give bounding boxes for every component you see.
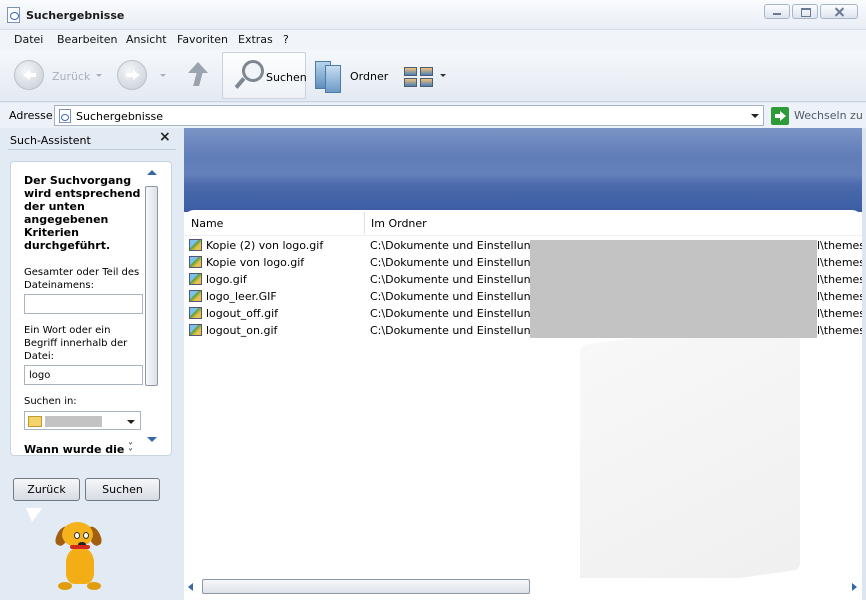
when-modified-label: Wann wurde die Datei geändert? bbox=[24, 443, 125, 456]
results-banner bbox=[184, 128, 862, 212]
go-label: Wechseln zu bbox=[794, 109, 863, 122]
search-results-icon bbox=[7, 7, 20, 23]
column-header-folder[interactable]: Im Ordner bbox=[371, 217, 427, 235]
maximize-button[interactable] bbox=[792, 4, 818, 19]
file-path-end: l\themes\ bbox=[817, 324, 862, 337]
search-icon bbox=[236, 60, 264, 90]
menu-ansicht[interactable]: Ansicht bbox=[126, 33, 167, 46]
when-modified-section[interactable]: Wann wurde die Datei geändert? ˅˅ bbox=[24, 443, 146, 456]
search-results-icon bbox=[59, 109, 71, 123]
results-list[interactable]: Name Im Ordner Kopie (2) von logo.gif C:… bbox=[184, 210, 862, 580]
views-dropdown-icon[interactable] bbox=[440, 74, 446, 77]
back-dropdown-icon[interactable] bbox=[96, 74, 102, 77]
address-input[interactable]: Suchergebnisse bbox=[54, 105, 764, 126]
menu-help[interactable]: ? bbox=[283, 33, 289, 46]
up-folder-icon[interactable] bbox=[188, 62, 208, 88]
file-path: C:\Dokumente und Einstellungen\ bbox=[370, 324, 556, 337]
assistant-heading: Der Suchvorgang wird entsprechend der un… bbox=[24, 174, 141, 252]
minimize-button[interactable] bbox=[764, 4, 790, 19]
redacted-path-block bbox=[530, 240, 817, 338]
gif-image-icon bbox=[189, 273, 202, 285]
file-path-end: l\themes\ bbox=[817, 290, 862, 303]
gif-image-icon bbox=[189, 307, 202, 319]
filename-input[interactable] bbox=[24, 294, 143, 314]
window-title: Suchergebnisse bbox=[26, 9, 125, 22]
close-window-button[interactable] bbox=[820, 4, 858, 19]
results-pane: Name Im Ordner Kopie (2) von logo.gif C:… bbox=[184, 128, 866, 600]
chevron-down-icon[interactable] bbox=[127, 420, 135, 424]
gif-image-icon bbox=[189, 256, 202, 268]
address-dropdown-icon[interactable] bbox=[751, 114, 759, 118]
word-label: Ein Wort oder ein Begriff innerhalb der … bbox=[24, 325, 128, 362]
expand-chevron-icon[interactable]: ˅ ˅ bbox=[128, 443, 133, 456]
scroll-up-icon[interactable] bbox=[147, 170, 157, 175]
menu-bar: Datei Bearbeiten Ansicht Favoriten Extra… bbox=[0, 30, 866, 50]
horizontal-scrollbar[interactable] bbox=[184, 578, 862, 596]
file-path-end: l\themes\ bbox=[817, 307, 862, 320]
folder-watermark-icon bbox=[580, 314, 800, 580]
file-name: logo_leer.GIF bbox=[206, 290, 277, 303]
back-label: Zurück bbox=[52, 70, 91, 83]
forward-arrow-icon bbox=[126, 70, 140, 80]
search-in-select[interactable] bbox=[24, 411, 141, 430]
file-name: logout_off.gif bbox=[206, 307, 278, 320]
scroll-left-icon[interactable] bbox=[188, 583, 193, 591]
folders-label[interactable]: Ordner bbox=[350, 70, 388, 83]
forward-button[interactable] bbox=[117, 60, 147, 90]
redacted-value bbox=[45, 416, 102, 427]
folders-icon[interactable] bbox=[315, 59, 343, 93]
file-name: logout_on.gif bbox=[206, 324, 278, 337]
file-path-end: l\themes\ bbox=[817, 273, 862, 286]
address-label: Adresse bbox=[9, 109, 53, 122]
file-path: C:\Dokumente und Einstellungen\ bbox=[370, 273, 556, 286]
forward-dropdown-icon[interactable] bbox=[160, 74, 166, 77]
close-pane-icon[interactable]: × bbox=[159, 129, 171, 145]
file-path-end: l\themes\ bbox=[817, 256, 862, 269]
back-arrow-icon bbox=[23, 70, 36, 80]
go-button[interactable]: Wechseln zu bbox=[771, 106, 863, 126]
file-path: C:\Dokumente und Einstellungen\ bbox=[370, 290, 556, 303]
file-path: C:\Dokumente und Einstellungen\ bbox=[370, 239, 556, 252]
address-value: Suchergebnisse bbox=[76, 110, 164, 123]
bubble-tail bbox=[26, 508, 42, 522]
file-name: logo.gif bbox=[206, 273, 247, 286]
title-bar: Suchergebnisse bbox=[0, 0, 866, 30]
file-name: Kopie (2) von logo.gif bbox=[206, 239, 324, 252]
scroll-thumb[interactable] bbox=[145, 186, 158, 386]
assistant-form: Der Suchvorgang wird entsprechend der un… bbox=[24, 174, 146, 456]
assistant-back-button[interactable]: Zurück bbox=[13, 478, 80, 501]
file-path: C:\Dokumente und Einstellungen\ bbox=[370, 307, 556, 320]
views-icon[interactable] bbox=[404, 67, 434, 87]
word-input[interactable] bbox=[24, 365, 143, 385]
green-arrow-icon bbox=[771, 107, 789, 125]
filename-label: Gesamter oder Teil des Dateinamens: bbox=[24, 267, 140, 291]
dog-assistant-icon[interactable] bbox=[53, 520, 106, 592]
assistant-bubble: Der Suchvorgang wird entsprechend der un… bbox=[10, 161, 172, 456]
scroll-down-icon[interactable] bbox=[147, 437, 157, 442]
horizontal-scroll-thumb[interactable] bbox=[202, 579, 530, 594]
gif-image-icon bbox=[189, 290, 202, 302]
file-path-end: l\themes\ bbox=[817, 239, 862, 252]
scroll-right-icon[interactable] bbox=[852, 583, 857, 591]
file-path: C:\Dokumente und Einstellungen\ bbox=[370, 256, 556, 269]
menu-favoriten[interactable]: Favoriten bbox=[177, 33, 228, 46]
file-name: Kopie von logo.gif bbox=[206, 256, 305, 269]
menu-bearbeiten[interactable]: Bearbeiten bbox=[57, 33, 117, 46]
pane-title: Such-Assistent bbox=[10, 134, 91, 147]
menu-extras[interactable]: Extras bbox=[238, 33, 273, 46]
column-divider[interactable] bbox=[364, 212, 365, 234]
gif-image-icon bbox=[189, 324, 202, 336]
folder-icon bbox=[28, 416, 42, 427]
assistant-scrollbar[interactable] bbox=[144, 167, 160, 450]
search-in-label: Suchen in: bbox=[24, 396, 77, 407]
window-frame-right bbox=[862, 128, 866, 600]
gif-image-icon bbox=[189, 239, 202, 251]
column-header-name[interactable]: Name bbox=[191, 217, 223, 235]
search-label: Suchen bbox=[266, 71, 307, 84]
menu-datei[interactable]: Datei bbox=[14, 33, 43, 46]
back-button[interactable] bbox=[14, 60, 44, 90]
address-bar: Adresse Suchergebnisse Wechseln zu bbox=[0, 103, 866, 128]
pane-divider bbox=[8, 149, 176, 150]
assistant-search-button[interactable]: Suchen bbox=[85, 478, 160, 501]
